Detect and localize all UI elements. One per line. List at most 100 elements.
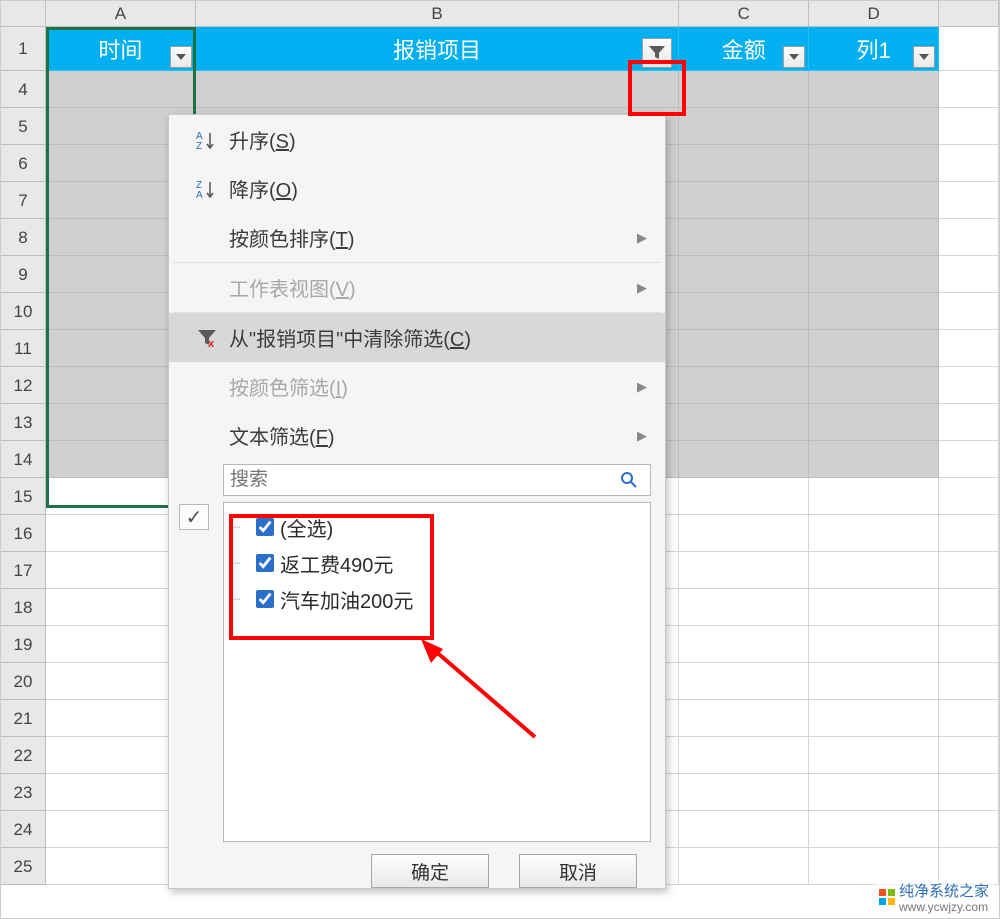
cell[interactable] (679, 367, 809, 404)
filter-search-input[interactable] (224, 467, 620, 493)
cell[interactable] (939, 71, 999, 108)
row-header[interactable]: 18 (1, 589, 46, 626)
row-header[interactable]: 20 (1, 663, 46, 700)
cell[interactable] (939, 774, 999, 811)
cell[interactable] (939, 626, 999, 663)
cell[interactable] (679, 256, 809, 293)
filter-option-select-all[interactable]: ┈(全选) (232, 509, 642, 545)
cell[interactable] (809, 700, 939, 737)
row-header[interactable]: 1 (1, 27, 46, 71)
cell[interactable] (939, 515, 999, 552)
cell[interactable] (939, 811, 999, 848)
filter-button-amount[interactable] (783, 46, 805, 68)
cell[interactable] (679, 774, 809, 811)
th-time[interactable]: 时间 (46, 27, 196, 71)
cell[interactable] (809, 552, 939, 589)
filter-button-time[interactable] (170, 46, 192, 68)
filter-option-item[interactable]: ┈返工费490元 (232, 545, 642, 581)
row-header[interactable]: 8 (1, 219, 46, 256)
checkbox[interactable] (256, 518, 274, 536)
filter-button-col1[interactable] (913, 46, 935, 68)
row-header[interactable]: 7 (1, 182, 46, 219)
select-all-corner[interactable] (1, 1, 46, 27)
ok-button[interactable]: 确定 (371, 854, 489, 888)
cell[interactable] (809, 330, 939, 367)
cell[interactable] (679, 663, 809, 700)
cell[interactable] (809, 811, 939, 848)
row-header[interactable]: 19 (1, 626, 46, 663)
cell[interactable] (809, 478, 939, 515)
cell[interactable] (809, 626, 939, 663)
cell[interactable] (939, 552, 999, 589)
cell[interactable] (679, 182, 809, 219)
row-header[interactable]: 14 (1, 441, 46, 478)
row-header[interactable]: 11 (1, 330, 46, 367)
cancel-button[interactable]: 取消 (519, 854, 637, 888)
cell[interactable] (679, 626, 809, 663)
cell[interactable] (939, 330, 999, 367)
cell[interactable] (679, 108, 809, 145)
row-header[interactable]: 9 (1, 256, 46, 293)
cell[interactable] (939, 182, 999, 219)
cell[interactable] (679, 404, 809, 441)
row-header[interactable]: 16 (1, 515, 46, 552)
cell[interactable] (939, 441, 999, 478)
cell[interactable] (809, 404, 939, 441)
cell[interactable] (679, 441, 809, 478)
cell[interactable] (809, 71, 939, 108)
th-col1[interactable]: 列1 (809, 27, 939, 71)
cell[interactable] (679, 811, 809, 848)
cell[interactable] (196, 71, 680, 108)
checkbox[interactable] (256, 554, 274, 572)
cell[interactable] (679, 145, 809, 182)
cell[interactable] (809, 774, 939, 811)
sort-descending[interactable]: ZA 降序(O) (169, 164, 665, 213)
col-header-D[interactable]: D (809, 1, 939, 27)
cell[interactable] (939, 27, 999, 71)
row-header[interactable]: 21 (1, 700, 46, 737)
cell[interactable] (679, 700, 809, 737)
cell[interactable] (939, 737, 999, 774)
sort-ascending[interactable]: AZ 升序(S) (169, 115, 665, 164)
cell[interactable] (809, 256, 939, 293)
row-header[interactable]: 25 (1, 848, 46, 885)
row-header[interactable]: 10 (1, 293, 46, 330)
checkbox[interactable] (256, 590, 274, 608)
cell[interactable] (809, 441, 939, 478)
cell[interactable] (679, 293, 809, 330)
cell[interactable] (679, 515, 809, 552)
col-header-A[interactable]: A (46, 1, 196, 27)
row-header[interactable]: 12 (1, 367, 46, 404)
row-header[interactable]: 23 (1, 774, 46, 811)
cell[interactable] (939, 145, 999, 182)
cell[interactable] (939, 589, 999, 626)
row-header[interactable]: 13 (1, 404, 46, 441)
cell[interactable] (809, 108, 939, 145)
row-header[interactable]: 4 (1, 71, 46, 108)
cell[interactable] (809, 293, 939, 330)
search-icon[interactable] (620, 471, 650, 489)
row-header[interactable]: 15 (1, 478, 46, 515)
cell[interactable] (939, 404, 999, 441)
cell[interactable] (679, 478, 809, 515)
cell[interactable] (809, 663, 939, 700)
cell[interactable] (809, 219, 939, 256)
cell[interactable] (939, 367, 999, 404)
cell[interactable] (46, 71, 196, 108)
cell[interactable] (679, 737, 809, 774)
cell[interactable] (809, 589, 939, 626)
cell[interactable] (679, 848, 809, 885)
cell[interactable] (939, 663, 999, 700)
cell[interactable] (679, 552, 809, 589)
confirm-check-icon[interactable]: ✓ (179, 504, 209, 530)
cell[interactable] (939, 108, 999, 145)
cell[interactable] (679, 589, 809, 626)
text-filter[interactable]: 文本筛选(F) ▶ (169, 411, 665, 460)
col-header-C[interactable]: C (679, 1, 809, 27)
row-header[interactable]: 24 (1, 811, 46, 848)
cell[interactable] (679, 219, 809, 256)
col-header-B[interactable]: B (196, 1, 680, 27)
cell[interactable] (939, 293, 999, 330)
row-header[interactable]: 22 (1, 737, 46, 774)
th-item[interactable]: 报销项目 (196, 27, 680, 71)
